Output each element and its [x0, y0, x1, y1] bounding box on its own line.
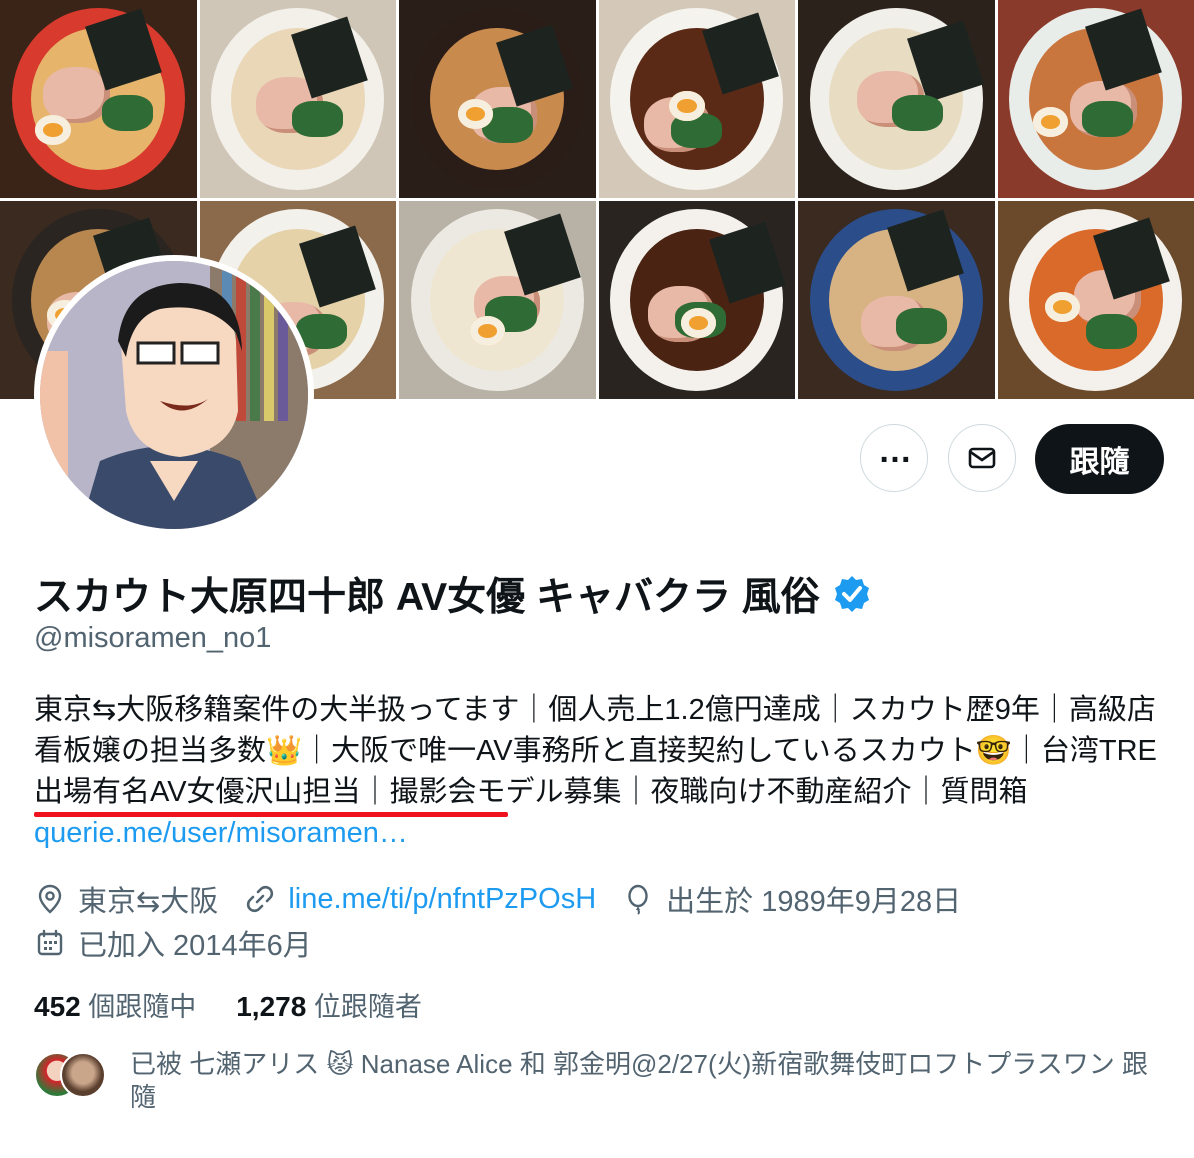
- banner-photo-tile: [0, 0, 197, 198]
- banner-photo-tile: [798, 0, 995, 198]
- avatar-image: [40, 261, 308, 529]
- follow-button[interactable]: 跟隨: [1035, 424, 1164, 494]
- location: 東京⇆大阪: [34, 878, 218, 920]
- bio-text: 東京⇆大阪移籍案件の大半扱ってます｜個人売上1.2億円達成｜スカウト歴9年｜高級…: [34, 694, 1157, 808]
- followers-label: 位跟隨者: [313, 992, 422, 1022]
- banner-photo-tile: [997, 201, 1194, 399]
- followed-by-avatars: [34, 1052, 114, 1098]
- egg: [469, 315, 506, 346]
- following-count: 452: [34, 991, 81, 1022]
- egg: [35, 114, 71, 145]
- greens: [1085, 313, 1137, 350]
- profile-meta-joined: 已加入 2014年6月: [34, 922, 338, 964]
- followers-count: 1,278: [236, 991, 307, 1022]
- banner-photo-tile: [399, 0, 596, 198]
- bio: 東京⇆大阪移籍案件の大半扱ってます｜個人売上1.2億円達成｜スカウト歴9年｜高級…: [34, 690, 1164, 854]
- greens: [1081, 100, 1134, 137]
- joined-text: 已加入 2014年6月: [78, 930, 312, 962]
- egg: [1032, 106, 1069, 137]
- egg: [669, 91, 705, 121]
- banner-photo-tile: [199, 0, 396, 198]
- website[interactable]: line.me/ti/p/nfntPzPOsH: [244, 883, 596, 916]
- followed-by-text: 已被 七瀬アリス 😾 Nanase Alice 和 郭金明@2/27(火)新宿歌…: [130, 1049, 1149, 1112]
- avatar-small: [60, 1052, 106, 1098]
- birthday: 出生於 1989年9月28日: [622, 878, 961, 920]
- more-button[interactable]: …: [860, 424, 928, 492]
- calendar-icon: [37, 929, 63, 956]
- display-name: スカウト大原四十郎 AV女優 キャバクラ 風俗: [34, 566, 872, 622]
- banner-photo-tile: [997, 0, 1194, 198]
- mail-icon: [968, 447, 996, 469]
- red-underline-annotation: [34, 812, 508, 817]
- egg: [1044, 292, 1081, 322]
- banner-photo-tile: [598, 201, 795, 399]
- website-link[interactable]: line.me/ti/p/nfntPzPOsH: [288, 883, 596, 916]
- greens: [896, 307, 948, 344]
- avatar[interactable]: [34, 255, 314, 535]
- egg: [681, 307, 717, 338]
- banner-photo-tile: [399, 201, 596, 399]
- location-text: 東京⇆大阪: [78, 886, 219, 918]
- follow-stats: 452 個跟隨中 1,278 位跟隨者: [34, 985, 422, 1024]
- egg: [457, 99, 494, 129]
- following-stat[interactable]: 452 個跟隨中: [34, 985, 196, 1024]
- balloon-icon: [628, 884, 648, 915]
- message-button[interactable]: [948, 424, 1016, 492]
- greens: [291, 100, 343, 137]
- banner-photo-tile: [798, 201, 995, 399]
- link-icon: [247, 885, 274, 913]
- bio-link[interactable]: querie.me/user/misoramen…: [34, 817, 408, 849]
- banner-photo-tile: [598, 0, 795, 198]
- profile-meta: 東京⇆大阪 line.me/ti/p/nfntPzPOsH 出生於 1989年9…: [34, 878, 987, 920]
- followers-stat[interactable]: 1,278 位跟隨者: [236, 985, 422, 1024]
- more-icon: …: [878, 432, 912, 470]
- verified-badge-icon[interactable]: [832, 574, 872, 614]
- joined: 已加入 2014年6月: [34, 922, 312, 964]
- greens: [892, 95, 944, 131]
- greens: [102, 95, 154, 131]
- birthday-text: 出生於 1989年9月28日: [666, 886, 962, 918]
- display-name-text: スカウト大原四十郎 AV女優 キャバクラ 風俗: [34, 576, 820, 619]
- location-pin-icon: [38, 884, 62, 914]
- followed-by[interactable]: 已被 七瀬アリス 😾 Nanase Alice 和 郭金明@2/27(火)新宿歌…: [34, 1048, 1164, 1114]
- following-label: 個跟隨中: [88, 992, 197, 1022]
- handle: @misoramen_no1: [34, 622, 272, 654]
